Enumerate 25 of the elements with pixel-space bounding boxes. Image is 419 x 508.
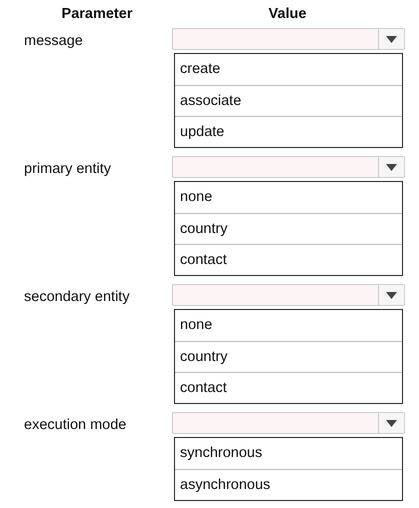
option-item[interactable]: associate <box>175 85 402 116</box>
parameter-label: message <box>24 32 84 51</box>
column-header: Parameter <box>60 6 134 22</box>
option-item[interactable]: none <box>175 310 402 341</box>
option-item[interactable]: contact <box>175 244 402 275</box>
dropdown[interactable] <box>172 28 405 50</box>
dropdown[interactable] <box>172 156 405 178</box>
caret-icon <box>386 36 397 42</box>
option-item[interactable]: synchronous <box>175 438 402 469</box>
caret-icon <box>386 164 397 170</box>
column-header: Value <box>268 6 308 22</box>
parameter-label: primary entity <box>24 160 112 179</box>
option-item[interactable]: contact <box>175 372 402 403</box>
parameter-label: execution mode <box>24 416 128 435</box>
option-item[interactable]: update <box>175 116 402 147</box>
parameter-label: secondary entity <box>24 288 131 307</box>
option-item[interactable]: create <box>175 54 402 85</box>
option-item[interactable]: country <box>175 341 402 372</box>
dropdown[interactable] <box>172 412 405 434</box>
caret-icon <box>386 292 397 298</box>
option-item[interactable]: asynchronous <box>175 469 402 500</box>
option-item[interactable]: none <box>175 182 402 213</box>
caret-icon <box>386 420 397 426</box>
option-item[interactable]: country <box>175 213 402 244</box>
dropdown[interactable] <box>172 284 405 306</box>
